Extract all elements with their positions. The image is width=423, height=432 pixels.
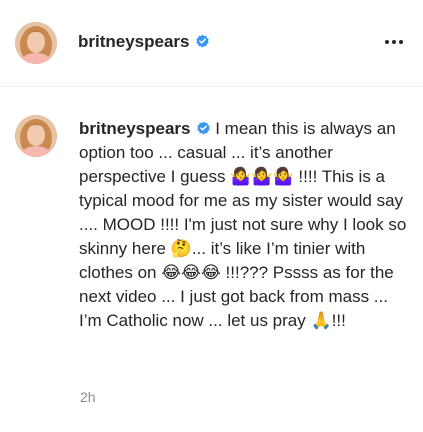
- profile-avatar[interactable]: [15, 22, 57, 64]
- caption-avatar[interactable]: [15, 115, 57, 157]
- caption-username[interactable]: britneyspears: [79, 119, 191, 138]
- more-options-icon[interactable]: [383, 34, 405, 50]
- instagram-post-panel: britneyspears britneyspears I mean this …: [0, 0, 423, 432]
- post-timestamp[interactable]: 2h: [80, 389, 96, 405]
- verified-badge-icon: [196, 121, 211, 136]
- caption-message: I mean this is always an option too ... …: [79, 119, 412, 330]
- avatar-image: [15, 22, 57, 64]
- verified-badge-icon: [195, 34, 210, 49]
- caption-body: britneyspears I mean this is always an o…: [79, 117, 409, 333]
- header-username-text[interactable]: britneyspears: [78, 32, 190, 51]
- post-header: britneyspears: [0, 0, 423, 87]
- avatar-image: [15, 115, 57, 157]
- header-username[interactable]: britneyspears: [78, 31, 210, 53]
